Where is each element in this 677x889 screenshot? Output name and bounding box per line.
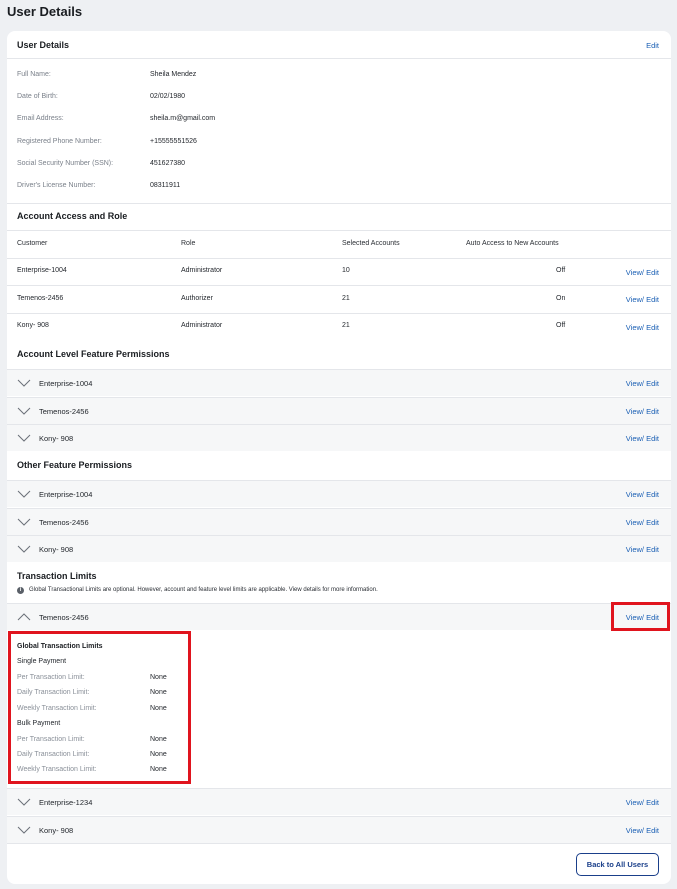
page-title: User Details (7, 4, 83, 19)
row2-auto: On (556, 295, 566, 302)
accordion-label: Kony- 908 (39, 545, 74, 554)
accordion-row-expanded[interactable]: Temenos-2456 View/ Edit (7, 603, 671, 630)
divider (7, 258, 671, 259)
chevron-down-icon (17, 798, 31, 806)
email-value: sheila.m@gmail.com (150, 115, 216, 122)
accordion-row[interactable]: Kony- 908 View/ Edit (7, 424, 671, 451)
row2-view-edit-link[interactable]: View/ Edit (626, 295, 659, 304)
col-auto-access: Auto Access to New Accounts (466, 240, 559, 247)
view-edit-link[interactable]: View/ Edit (626, 407, 659, 416)
other-feature-title: Other Feature Permissions (17, 460, 133, 470)
row2-role: Authorizer (181, 295, 213, 302)
row3-selected: 21 (342, 322, 350, 329)
license-value: 08311911 (150, 182, 181, 189)
chevron-down-icon (17, 379, 31, 387)
divider (7, 203, 671, 204)
accordion-row[interactable]: Temenos-2456 View/ Edit (7, 397, 671, 424)
account-access-title: Account Access and Role (17, 211, 128, 221)
dob-value: 02/02/1980 (150, 93, 186, 100)
row1-role: Administrator (181, 267, 223, 274)
accordion-label: Temenos-2456 (39, 613, 89, 622)
ssn-value: 451627380 (150, 160, 186, 167)
row3-view-edit-link[interactable]: View/ Edit (626, 323, 659, 332)
row1-auto: Off (556, 267, 566, 274)
chevron-up-icon (17, 613, 31, 621)
accordion-label: Temenos-2456 (39, 407, 89, 416)
divider (7, 230, 671, 231)
chevron-down-icon (17, 490, 31, 498)
accordion-row[interactable]: Enterprise-1234 View/ Edit (7, 788, 671, 815)
row3-auto: Off (556, 322, 566, 329)
row2-customer: Temenos-2456 (17, 295, 64, 302)
phone-label: Registered Phone Number: (17, 138, 102, 145)
accordion-row[interactable]: Kony- 908 View/ Edit (7, 816, 671, 843)
user-details-title: User Details (17, 40, 70, 50)
accordion-label: Kony- 908 (39, 434, 74, 443)
chevron-down-icon (17, 826, 31, 834)
accordion-row[interactable]: Enterprise-1004 View/ Edit (7, 369, 671, 396)
phone-value: +15555551526 (150, 138, 197, 145)
divider (7, 843, 671, 844)
transaction-limits-info: Global Transactional Limits are optional… (29, 587, 378, 593)
view-edit-link[interactable]: View/ Edit (626, 798, 659, 807)
col-customer: Customer (17, 240, 48, 247)
highlight-box (611, 602, 670, 631)
row1-selected: 10 (342, 267, 350, 274)
dob-label: Date of Birth: (17, 93, 58, 100)
ssn-label: Social Security Number (SSN): (17, 160, 114, 167)
accordion-row[interactable]: Temenos-2456 View/ Edit (7, 508, 671, 535)
accordion-label: Temenos-2456 (39, 518, 89, 527)
view-edit-link[interactable]: View/ Edit (626, 379, 659, 388)
col-selected-accounts: Selected Accounts (342, 240, 400, 247)
transaction-limits-title: Transaction Limits (17, 571, 97, 581)
user-details-card: User Details Edit Full Name: Sheila Mend… (7, 31, 671, 884)
chevron-down-icon (17, 545, 31, 553)
license-label: Driver's License Number: (17, 182, 96, 189)
view-edit-link[interactable]: View/ Edit (626, 518, 659, 527)
row1-view-edit-link[interactable]: View/ Edit (626, 268, 659, 277)
view-edit-link[interactable]: View/ Edit (626, 545, 659, 554)
accordion-row[interactable]: Kony- 908 View/ Edit (7, 535, 671, 562)
col-role: Role (181, 240, 196, 247)
divider (7, 58, 671, 59)
row3-role: Administrator (181, 322, 223, 329)
chevron-down-icon (17, 518, 31, 526)
edit-user-link[interactable]: Edit (646, 41, 659, 50)
chevron-down-icon (17, 434, 31, 442)
email-label: Email Address: (17, 115, 64, 122)
accordion-label: Enterprise-1004 (39, 490, 93, 499)
divider (7, 313, 671, 314)
accordion-label: Enterprise-1234 (39, 798, 93, 807)
divider (7, 285, 671, 286)
full-name-label: Full Name: (17, 71, 51, 78)
row2-selected: 21 (342, 295, 350, 302)
view-edit-link[interactable]: View/ Edit (626, 490, 659, 499)
view-edit-link[interactable]: View/ Edit (626, 826, 659, 835)
highlight-box (8, 631, 191, 784)
accordion-label: Enterprise-1004 (39, 379, 93, 388)
chevron-down-icon (17, 407, 31, 415)
row1-customer: Enterprise-1004 (17, 267, 67, 274)
accordion-label: Kony- 908 (39, 826, 74, 835)
info-icon: i (17, 587, 24, 594)
back-to-all-users-button[interactable]: Back to All Users (576, 853, 659, 876)
view-edit-link[interactable]: View/ Edit (626, 434, 659, 443)
account-level-title: Account Level Feature Permissions (17, 349, 170, 359)
row3-customer: Kony- 908 (17, 322, 49, 329)
full-name-value: Sheila Mendez (150, 71, 197, 78)
accordion-row[interactable]: Enterprise-1004 View/ Edit (7, 480, 671, 507)
